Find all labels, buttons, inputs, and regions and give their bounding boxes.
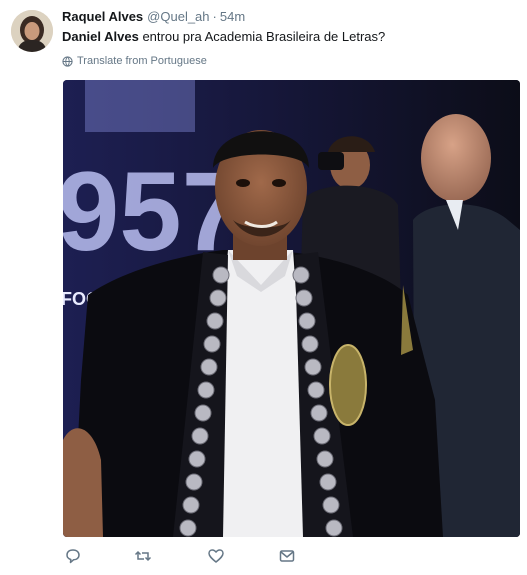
photo-scene: 957 FOOTBAL: [63, 80, 520, 537]
author-handle[interactable]: @Quel_ah: [147, 9, 209, 24]
like-button[interactable]: [207, 547, 225, 565]
speech-bubble-icon: [66, 549, 80, 564]
translate-link[interactable]: Translate from Portuguese: [62, 54, 207, 68]
globe-icon: [62, 55, 73, 67]
avatar-image: [11, 10, 53, 52]
tweet-body: entrou pra Academia Brasileira de Letras…: [138, 29, 386, 44]
dm-button[interactable]: [278, 547, 296, 565]
heart-icon: [208, 549, 224, 563]
tweet-photo[interactable]: 957 FOOTBAL: [63, 80, 520, 537]
envelope-icon: [279, 550, 295, 562]
retweet-button[interactable]: [134, 547, 152, 565]
mention-name: Daniel Alves: [62, 29, 139, 44]
retweet-arrows-icon: [134, 550, 152, 562]
tweet-header: Raquel Alves @Quel_ah · 54m: [62, 9, 245, 25]
author-name[interactable]: Raquel Alves: [62, 9, 143, 24]
separator: ·: [212, 9, 217, 24]
avatar[interactable]: [11, 10, 53, 52]
tweet-card: Raquel Alves @Quel_ah · 54m Daniel Alves en…: [0, 0, 527, 575]
translate-label: Translate from Portuguese: [77, 55, 207, 67]
tweet-actions: [62, 545, 322, 567]
tweet-text: Daniel Alves entrou pra Academia Brasile…: [62, 28, 385, 46]
tweet-timestamp[interactable]: 54m: [220, 9, 245, 24]
reply-button[interactable]: [64, 547, 82, 565]
